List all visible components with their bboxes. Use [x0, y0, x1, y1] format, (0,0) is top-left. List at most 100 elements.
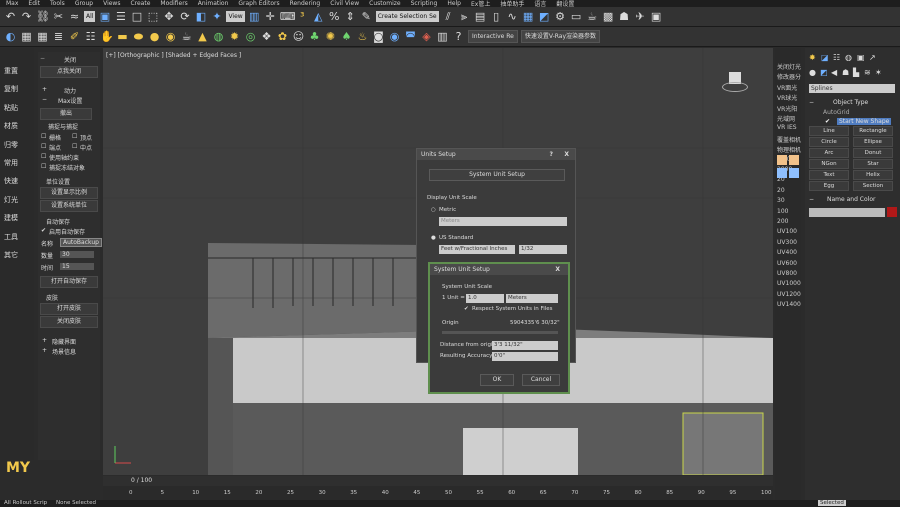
quick-item[interactable]: 其它: [4, 250, 18, 260]
redo-icon[interactable]: ↷: [20, 10, 33, 23]
menu-item[interactable]: Help: [447, 0, 461, 7]
people-icon[interactable]: ☺: [292, 30, 305, 43]
named-selection-dropdown[interactable]: Create Selection Se: [375, 11, 439, 22]
systems-icon[interactable]: ✶: [875, 68, 882, 77]
right-quick-item[interactable]: UV100: [777, 228, 797, 235]
distance-input[interactable]: 3'3 11/32": [492, 341, 558, 350]
mirror-icon[interactable]: ⫽: [442, 10, 455, 23]
expand-icon[interactable]: +: [42, 347, 47, 354]
tube-icon[interactable]: ◎: [244, 30, 257, 43]
geometry-icon[interactable]: ●: [809, 68, 816, 77]
menu-item[interactable]: Animation: [198, 0, 229, 7]
menu-item[interactable]: Max: [6, 0, 18, 7]
brush-icon[interactable]: ✐: [68, 30, 81, 43]
camera-icon[interactable]: ◙: [372, 30, 385, 43]
percent-snap-icon[interactable]: %: [328, 10, 341, 23]
system-close-button[interactable]: X: [555, 264, 560, 275]
collapse-icon[interactable]: −: [40, 55, 45, 62]
quick-item[interactable]: 重置: [4, 66, 18, 76]
teapot-icon[interactable]: ☗: [618, 10, 631, 23]
object-name-input[interactable]: [809, 208, 885, 217]
help-icon[interactable]: ?: [452, 30, 465, 43]
geosphere-icon[interactable]: ◍: [212, 30, 225, 43]
sphere-icon[interactable]: ●: [148, 30, 161, 43]
right-quick-item[interactable]: 20: [777, 187, 785, 194]
timeline[interactable]: 0 / 100 0 5 10 15 20 25 30 35 40 45 50 55 60 65 70 75 80…: [103, 476, 773, 500]
modify-tab-icon[interactable]: ◪: [821, 53, 829, 62]
close-skin-button[interactable]: 关闭皮肤: [40, 316, 98, 328]
foliage-icon[interactable]: ♣: [308, 30, 321, 43]
particle-icon[interactable]: ✺: [324, 30, 337, 43]
ok-button[interactable]: OK: [480, 374, 514, 386]
select-by-name-icon[interactable]: ☰: [114, 10, 127, 23]
menu-item[interactable]: Group: [75, 0, 93, 7]
tree-icon[interactable]: ♠: [340, 30, 353, 43]
enable-autosave-checkbox[interactable]: ✔: [41, 227, 46, 234]
ribbon-icon[interactable]: ▯: [490, 10, 503, 23]
metric-radio[interactable]: ○: [431, 207, 436, 213]
keyboard-shortcut-icon[interactable]: ⌨: [280, 10, 296, 23]
grid-checkbox[interactable]: ☐: [41, 133, 46, 140]
light-swatch[interactable]: [777, 168, 787, 178]
edit-named-sel-icon[interactable]: ✎: [360, 10, 373, 23]
rotate-icon[interactable]: ⟳: [178, 10, 191, 23]
expand-icon[interactable]: +: [42, 337, 47, 344]
us-units-dropdown[interactable]: Feet w/Fractional Inches: [439, 245, 515, 254]
collapse-icon[interactable]: −: [809, 196, 814, 203]
origin-slider[interactable]: [442, 331, 558, 334]
right-quick-item[interactable]: 200: [777, 218, 788, 225]
help-button[interactable]: ?: [550, 149, 553, 160]
globe-icon[interactable]: ◐: [4, 30, 17, 43]
selection-filter[interactable]: All: [84, 11, 96, 22]
render-icon[interactable]: ☕: [586, 10, 599, 23]
spacewarps-icon[interactable]: ≋: [864, 68, 871, 77]
exit-button[interactable]: 撤出: [40, 108, 92, 120]
maxscript-listener[interactable]: All Rollout Scrip: [4, 500, 47, 506]
shape-button[interactable]: Star: [853, 159, 893, 169]
cancel-button[interactable]: Cancel: [522, 374, 560, 386]
snap-3d-icon[interactable]: ³: [296, 10, 309, 23]
shape-button[interactable]: Ellipse: [853, 137, 893, 147]
terrain-icon[interactable]: ☷: [84, 30, 97, 43]
open-close-button[interactable]: 点我关闭: [40, 66, 98, 78]
quick-item[interactable]: 建模: [4, 213, 18, 223]
menu-item[interactable]: Edit: [28, 0, 40, 7]
pivot-icon[interactable]: ▥: [248, 10, 261, 23]
quick-item[interactable]: 工具: [4, 232, 18, 242]
helpers-icon[interactable]: ▙: [853, 68, 859, 77]
right-quick-item[interactable]: VR光阳: [777, 104, 797, 113]
place-icon[interactable]: ✦: [210, 10, 223, 23]
cameras-icon[interactable]: ☗: [842, 68, 849, 77]
quick-item[interactable]: 材质: [4, 121, 18, 131]
interactive-render-button[interactable]: Interactive Re: [468, 30, 518, 43]
expand-icon[interactable]: +: [42, 86, 47, 93]
vray-quick-setup-button[interactable]: 快速设置V-Ray渲染器参数: [520, 30, 601, 43]
right-quick-item[interactable]: 物理相机: [777, 145, 801, 154]
autosave-count-input[interactable]: 30: [60, 251, 94, 258]
vray-frame-icon[interactable]: ▣: [650, 10, 663, 23]
shape-button[interactable]: Arc: [809, 148, 849, 158]
right-quick-item[interactable]: UV1000: [777, 280, 801, 287]
right-quick-item[interactable]: UV1400: [777, 301, 801, 308]
category-dropdown[interactable]: Splines: [809, 84, 895, 93]
right-quick-item[interactable]: 光域网: [777, 114, 795, 123]
bind-icon[interactable]: ≈: [68, 10, 81, 23]
set-display-scale-button[interactable]: 设置显示比例: [40, 187, 98, 199]
shape-button[interactable]: Section: [853, 181, 893, 191]
quick-item[interactable]: 归零: [4, 140, 18, 150]
unit-type-dropdown[interactable]: Meters: [506, 294, 558, 303]
cone-icon[interactable]: ▲: [196, 30, 209, 43]
motion-tab-icon[interactable]: ◍: [845, 53, 852, 62]
shapes-icon[interactable]: ◩: [820, 68, 828, 77]
quick-item[interactable]: 粘贴: [4, 103, 18, 113]
vray-light-icon[interactable]: ◉: [388, 30, 401, 43]
fraction-dropdown[interactable]: 1/32: [519, 245, 567, 254]
right-quick-item[interactable]: VR IES: [777, 124, 797, 131]
rect-select-icon[interactable]: □: [130, 10, 143, 23]
metric-dropdown[interactable]: Meters: [439, 217, 567, 226]
shape-button[interactable]: Rectangle: [853, 126, 893, 136]
viewport-label[interactable]: [+] [Orthographic ] [Shaded + Edged Face…: [106, 52, 241, 59]
right-quick-item[interactable]: 覆盖相机: [777, 135, 801, 144]
right-quick-item[interactable]: UV600: [777, 260, 797, 267]
window-crossing-icon[interactable]: ⬚: [146, 10, 159, 23]
